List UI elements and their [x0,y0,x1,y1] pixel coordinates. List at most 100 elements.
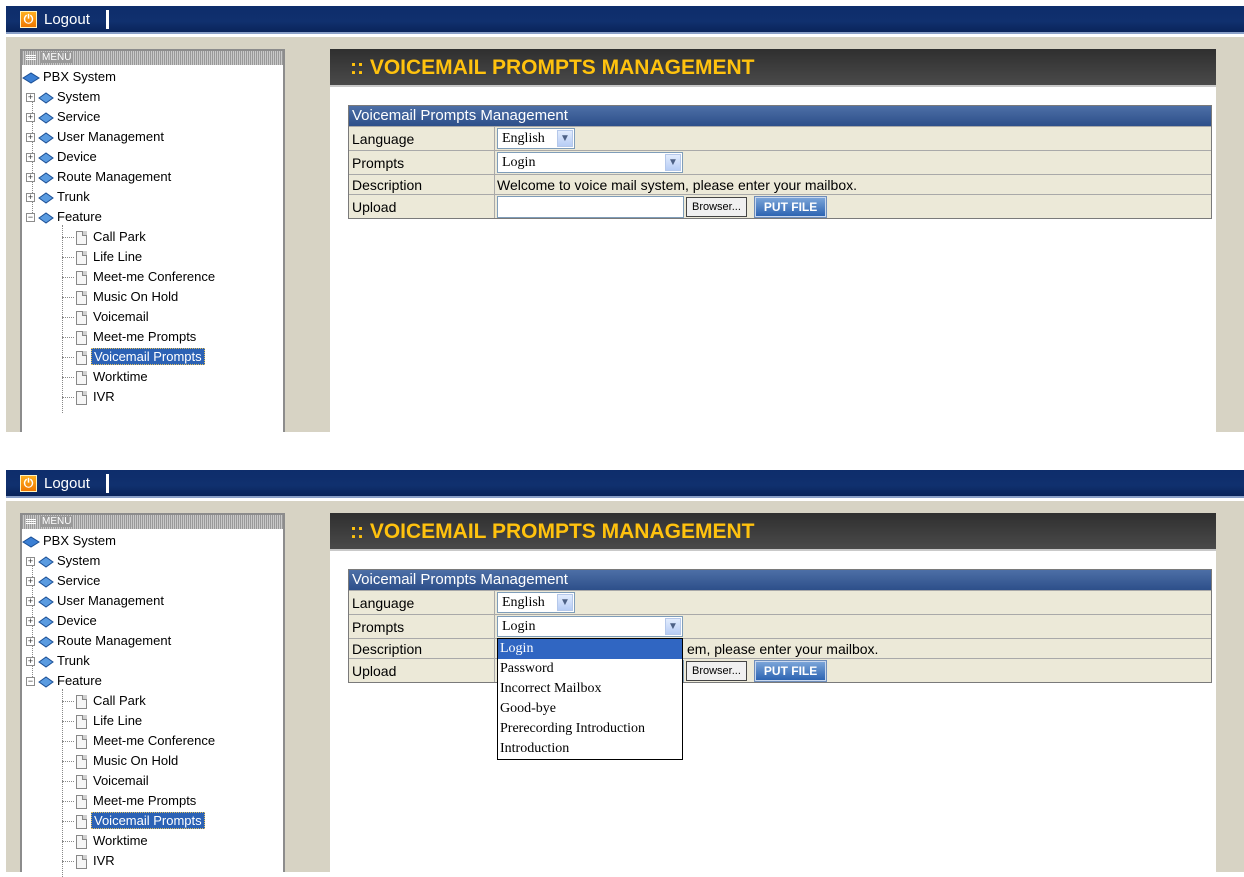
folder-gem-icon [38,576,54,588]
tree-item-system[interactable]: + System [26,551,102,571]
tree-item-trunk[interactable]: + Trunk [26,651,92,671]
document-icon [76,774,87,789]
tree-connector [62,397,74,399]
collapse-icon[interactable]: − [26,213,35,223]
tree-connector [62,821,74,823]
column-divider [494,195,495,218]
chevron-down-icon[interactable]: ▼ [665,154,681,171]
work-area: MENU PBX System + System + Service + User M… [6,500,1244,877]
browse-button[interactable]: Browser... [686,197,747,217]
language-select[interactable]: English ▼ [497,128,575,149]
prompts-option[interactable]: Good-bye [498,699,682,719]
tree-item-user-management[interactable]: + User Management [26,127,166,147]
expand-icon[interactable]: + [26,597,35,607]
upload-label: Upload [352,199,397,215]
chevron-down-icon[interactable]: ▼ [557,594,573,611]
tree-item-route-management[interactable]: + Route Management [26,167,173,187]
tree-item-voicemail-prompts[interactable]: Voicemail Prompts [62,347,205,367]
prompts-select[interactable]: Login ▼ [497,616,683,637]
prompts-option[interactable]: Password [498,659,682,679]
language-select[interactable]: English ▼ [497,592,575,613]
document-icon [76,814,87,829]
tree-connector [62,277,74,279]
tree-item-meet-me-prompts[interactable]: Meet-me Prompts [62,791,198,811]
tree-item-worktime[interactable]: Worktime [62,367,150,387]
column-divider [494,175,495,194]
tree-root[interactable]: PBX System [22,531,118,551]
tree-item-call-park[interactable]: Call Park [62,691,148,711]
document-icon [76,754,87,769]
upload-file-input[interactable] [497,196,684,218]
folder-gem-icon [38,212,54,224]
menu-panel: MENU PBX System + System + Service + User M… [20,49,285,432]
tree-item-worktime[interactable]: Worktime [62,831,150,851]
expand-icon[interactable]: + [26,657,35,667]
expand-icon[interactable]: + [26,637,35,647]
expand-icon[interactable]: + [26,173,35,183]
tree-item-meet-me-conference[interactable]: Meet-me Conference [62,731,217,751]
tree-item-voicemail[interactable]: Voicemail [62,771,151,791]
expand-icon[interactable]: + [26,113,35,123]
expand-icon[interactable]: + [26,617,35,627]
tree-item-ivr[interactable]: IVR [62,851,117,871]
put-file-button[interactable]: PUT FILE [753,196,828,218]
folder-gem-icon [38,132,54,144]
tree-item-feature[interactable]: − Feature [26,207,104,227]
tree-item-meet-me-prompts[interactable]: Meet-me Prompts [62,327,198,347]
collapse-icon[interactable]: − [26,677,35,687]
chevron-down-icon[interactable]: ▼ [557,130,573,147]
grip-icon [26,55,36,61]
expand-icon[interactable]: + [26,577,35,587]
tree-connector [62,861,74,863]
grip-icon [26,519,36,525]
tree-item-route-management[interactable]: + Route Management [26,631,173,651]
menu-header: MENU [22,51,283,65]
power-icon[interactable]: ⏻ [20,11,37,28]
expand-icon[interactable]: + [26,93,35,103]
document-icon [76,714,87,729]
tree-item-device[interactable]: + Device [26,147,99,167]
tree-item-call-park[interactable]: Call Park [62,227,148,247]
expand-icon[interactable]: + [26,133,35,143]
language-row: Language English ▼ [349,590,1211,614]
language-label: Language [352,595,415,611]
prompts-select[interactable]: Login ▼ [497,152,683,173]
tree-item-life-line[interactable]: Life Line [62,247,144,267]
language-label: Language [352,131,415,147]
folder-gem-icon [38,636,54,648]
tree-item-device[interactable]: + Device [26,611,99,631]
prompts-option[interactable]: Login [498,639,682,659]
folder-gem-icon [38,616,54,628]
expand-icon[interactable]: + [26,193,35,203]
logout-link[interactable]: Logout [44,475,90,492]
logout-link[interactable]: Logout [44,11,90,28]
tree-item-feature[interactable]: − Feature [26,671,104,691]
tree-root[interactable]: PBX System [22,67,118,87]
tree-item-meet-me-conference[interactable]: Meet-me Conference [62,267,217,287]
prompts-option[interactable]: Incorrect Mailbox [498,679,682,699]
expand-icon[interactable]: + [26,557,35,567]
power-icon[interactable]: ⏻ [20,475,37,492]
column-divider [494,151,495,174]
tree-item-voicemail-prompts[interactable]: Voicemail Prompts [62,811,205,831]
tree-item-music-on-hold[interactable]: Music On Hold [62,287,180,307]
tree-item-user-management[interactable]: + User Management [26,591,166,611]
tree-item-trunk[interactable]: + Trunk [26,187,92,207]
tree-item-service[interactable]: + Service [26,107,102,127]
tree-item-voicemail[interactable]: Voicemail [62,307,151,327]
tree-item-music-on-hold[interactable]: Music On Hold [62,751,180,771]
tree-item-system[interactable]: + System [26,87,102,107]
expand-icon[interactable]: + [26,153,35,163]
prompts-option[interactable]: Introduction [498,739,682,759]
prompts-option[interactable]: Prerecording Introduction [498,719,682,739]
tree-item-ivr[interactable]: IVR [62,387,117,407]
tree-connector [62,761,74,763]
chevron-down-icon[interactable]: ▼ [665,618,681,635]
document-icon [76,330,87,345]
put-file-button[interactable]: PUT FILE [753,660,828,682]
browse-button[interactable]: Browser... [686,661,747,681]
document-icon [76,734,87,749]
work-area: MENU PBX System + System + Service + User M… [6,36,1244,432]
tree-item-service[interactable]: + Service [26,571,102,591]
tree-item-life-line[interactable]: Life Line [62,711,144,731]
